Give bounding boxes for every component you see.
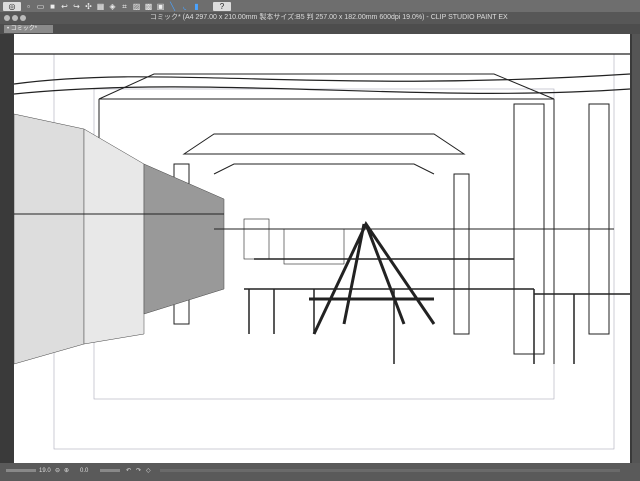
drawing-canvas[interactable] xyxy=(13,34,631,463)
vertical-scrollbar[interactable] xyxy=(632,34,640,463)
fill-icon[interactable]: ▦ xyxy=(96,2,105,11)
zoom-value[interactable]: 19.0 xyxy=(39,468,51,475)
line-art-illustration xyxy=(13,53,631,450)
rotate-left-icon[interactable]: ↶ xyxy=(126,468,131,475)
fit-icon[interactable]: ⊕ xyxy=(64,468,69,475)
snap-special-icon[interactable]: ◟ xyxy=(180,2,189,11)
new-icon[interactable]: ▫ xyxy=(24,2,33,11)
clip-studio-icon[interactable]: ◎ xyxy=(3,1,21,11)
fill-selection-icon[interactable]: ▣ xyxy=(156,2,165,11)
redo-icon[interactable]: ↪ xyxy=(72,2,81,11)
clear-outside-icon[interactable]: ▩ xyxy=(144,2,153,11)
window-title: コミック* (A4 297.00 x 210.00mm 製本サイズ:B5 判 2… xyxy=(150,14,508,21)
transform-icon[interactable]: ✣ xyxy=(84,2,93,11)
clear-icon[interactable]: ▨ xyxy=(132,2,141,11)
window-titlebar: コミック* (A4 297.00 x 210.00mm 製本サイズ:B5 判 2… xyxy=(0,12,640,24)
save-icon[interactable]: ■ xyxy=(48,2,57,11)
undo-icon[interactable]: ↩ xyxy=(60,2,69,11)
horizontal-scrollbar[interactable] xyxy=(160,469,620,472)
minimize-icon[interactable] xyxy=(12,15,18,21)
rotate-right-icon[interactable]: ↷ xyxy=(136,468,141,475)
snap-ruler-icon[interactable]: ╲ xyxy=(168,2,177,11)
snap-grid-icon[interactable]: ▮ xyxy=(192,2,201,11)
tab-label: コミック* xyxy=(10,26,38,32)
angle-value[interactable]: 0.0 xyxy=(80,468,88,475)
tab-comic[interactable]: • コミック* xyxy=(4,25,53,33)
status-bar: 19.0 ⊖ ⊕ 0.0 ↶ ↷ ◇ xyxy=(0,463,640,481)
close-icon[interactable] xyxy=(4,15,10,21)
rotate-slider[interactable] xyxy=(100,469,120,472)
maximize-icon[interactable] xyxy=(20,15,26,21)
tab-bar: • コミック* xyxy=(0,24,640,34)
open-icon[interactable]: ▭ xyxy=(36,2,45,11)
zoom-slider[interactable] xyxy=(6,469,36,472)
help-icon[interactable]: ? xyxy=(213,1,231,11)
erase-icon[interactable]: ◈ xyxy=(108,2,117,11)
flip-icon[interactable]: ◇ xyxy=(146,468,151,475)
crop-icon[interactable]: ⌗ xyxy=(120,2,129,11)
zoom-out-icon[interactable]: ⊖ xyxy=(55,468,60,475)
